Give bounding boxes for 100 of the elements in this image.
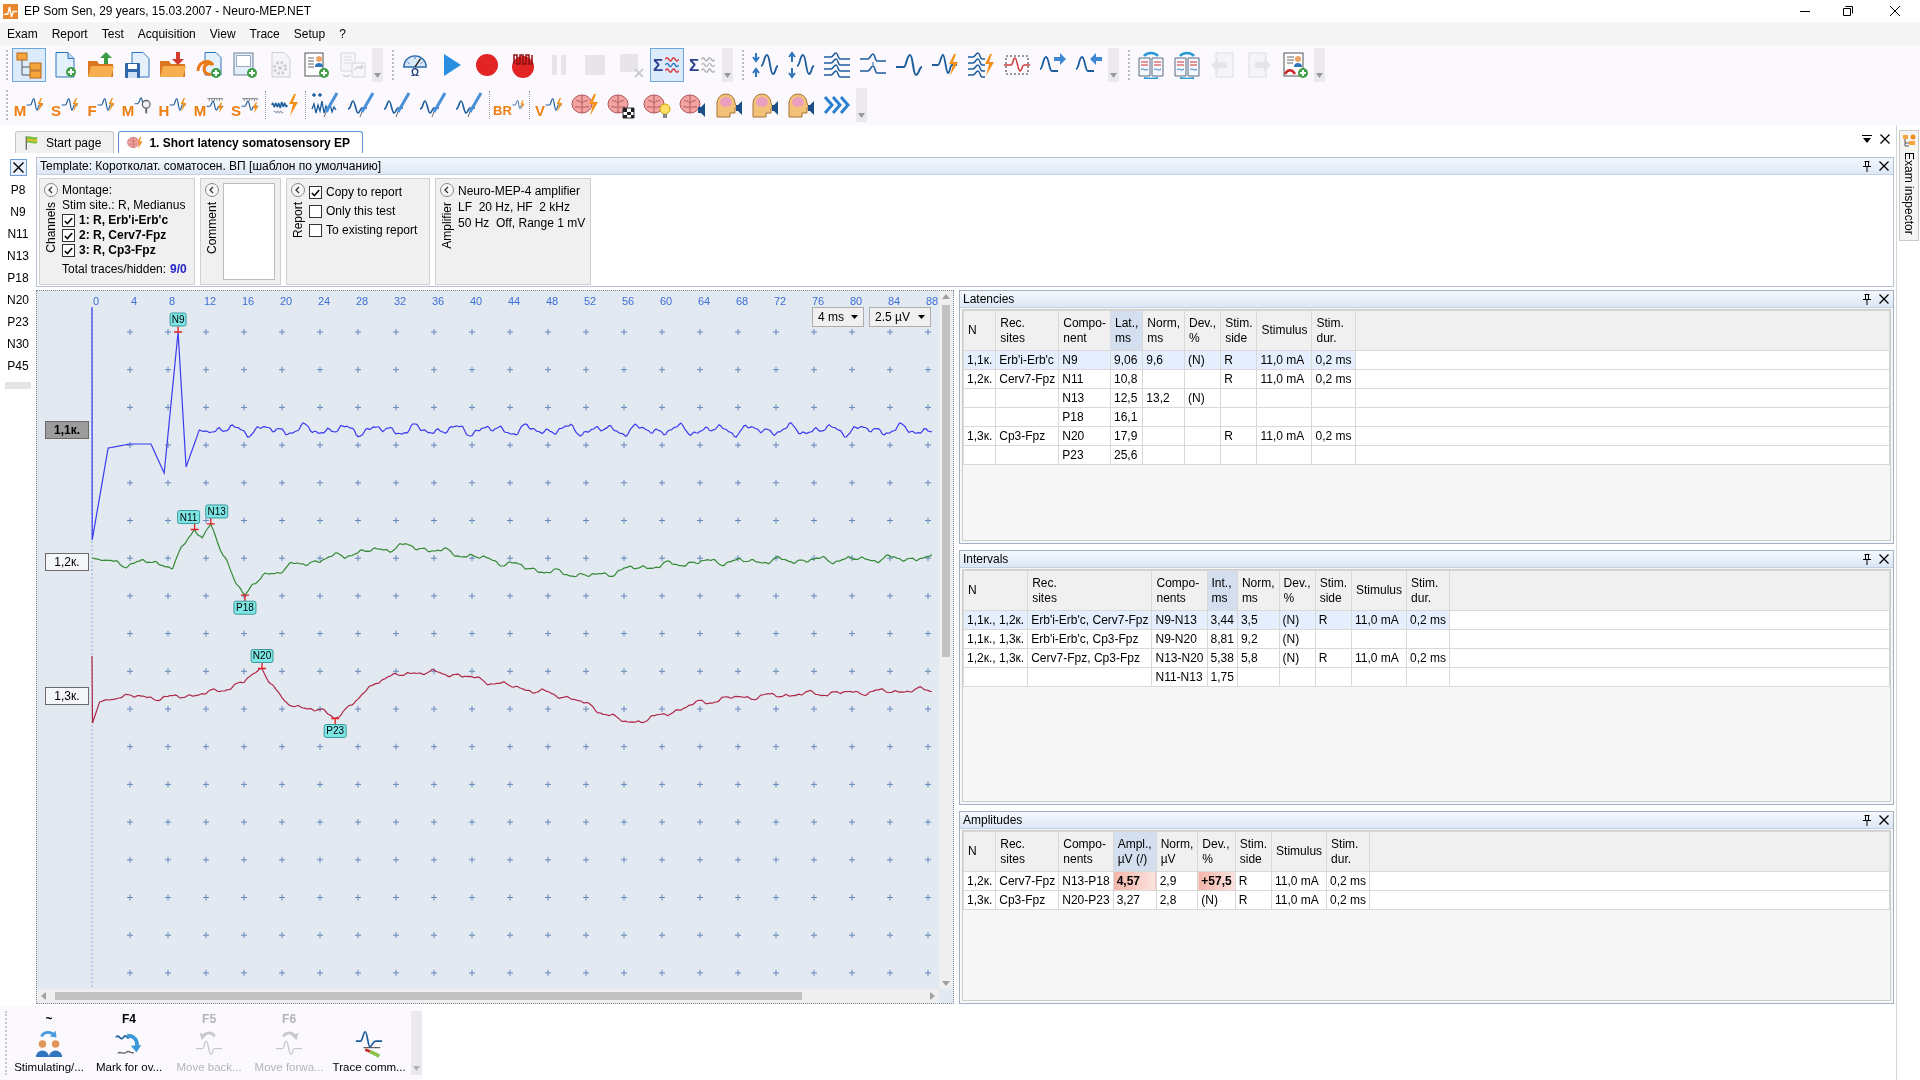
checkbox[interactable] (309, 205, 322, 218)
close-icon[interactable] (1879, 554, 1889, 564)
pin-icon[interactable] (1863, 160, 1871, 172)
table-row[interactable]: 1,1к., 1,3к. Erb'i-Erb'c, Cp3-Fpz N9-N20 8,81 9,2 (N) (963, 629, 1890, 649)
minimize-icon[interactable] (1800, 10, 1810, 12)
column-header[interactable]: Ampl., µV (/) (1113, 831, 1157, 872)
column-header[interactable]: N (963, 831, 996, 872)
amplitude-scale-dropdown[interactable]: 2.5 µV (869, 307, 931, 327)
splitter-handle[interactable] (5, 382, 31, 389)
column-header[interactable]: Dev., % (1197, 831, 1236, 872)
column-header[interactable]: Stim. dur. (1312, 310, 1355, 351)
tab-list-icon[interactable] (1862, 135, 1872, 143)
column-header[interactable]: Stim. side (1235, 831, 1272, 872)
toolbar-button[interactable]: Σ (650, 48, 684, 82)
column-header[interactable]: Rec. sites (995, 831, 1059, 872)
vertical-scrollbar[interactable] (939, 291, 953, 989)
checkbox[interactable] (62, 244, 75, 257)
close-icon[interactable] (1879, 815, 1889, 825)
tab[interactable]: Start page (15, 131, 115, 153)
column-header[interactable]: Rec. sites (1027, 570, 1152, 611)
component-item[interactable]: P45 (7, 355, 29, 377)
column-header[interactable]: Compo- nents (1058, 831, 1114, 872)
column-header[interactable]: Stim. dur. (1406, 570, 1450, 611)
scrollbar-thumb[interactable] (55, 992, 802, 1000)
column-header[interactable]: N (963, 310, 996, 351)
toolbar-button[interactable]: Ω (398, 48, 432, 82)
checkbox[interactable] (62, 214, 75, 227)
component-item[interactable]: P23 (7, 311, 29, 333)
component-item[interactable]: N9 (10, 201, 26, 223)
component-item[interactable]: P8 (10, 179, 26, 201)
component-item[interactable]: N20 (7, 289, 29, 311)
column-header[interactable]: Compo- nents (1152, 570, 1207, 611)
comment-field[interactable] (223, 183, 275, 280)
time-scale-dropdown[interactable]: 4 ms (812, 307, 864, 327)
channel-label[interactable]: 3: R, Cp3-Fpz (79, 243, 156, 258)
column-header[interactable]: Rec. sites (995, 310, 1059, 351)
column-header[interactable]: Stim. side (1315, 570, 1352, 611)
wave-pen-icon[interactable] (354, 1028, 385, 1058)
column-header[interactable]: Dev., % (1184, 310, 1221, 351)
tab[interactable]: 1. Short latency somatosensory EP (118, 131, 364, 153)
menu-item[interactable]: Test (94, 23, 131, 44)
checkbox[interactable] (309, 186, 322, 199)
component-item[interactable]: N11 (7, 223, 29, 245)
horizontal-scrollbar[interactable] (37, 989, 939, 1003)
gauge-icon[interactable] (402, 52, 428, 68)
column-header[interactable]: Norm, ms (1237, 570, 1280, 611)
component-item[interactable]: N30 (7, 333, 29, 355)
column-header[interactable]: Stimulus (1256, 310, 1312, 351)
table-row[interactable]: 1,1к., 1,2к. Erb'i-Erb'c, Cerv7-Fpz N9-N13 3,44 3,5 (N) R 11,0 mA 0,2 ms (963, 610, 1890, 630)
table-row[interactable]: 1,2к., 1,3к. Cerv7-Fpz, Cp3-Fpz N13-N20 5,38 5,8 (N) R 11,0 mA 0,2 ms (963, 648, 1890, 668)
trace-label[interactable]: 1,2к. (45, 553, 89, 571)
close-icon[interactable] (1879, 161, 1889, 171)
close-button[interactable] (9, 159, 27, 176)
trace-label[interactable]: 1,3к. (45, 687, 89, 705)
pin-icon[interactable] (1863, 553, 1871, 565)
checkbox[interactable] (62, 229, 75, 242)
channel-label[interactable]: 1: R, Erb'i-Erb'c (79, 213, 169, 228)
column-header[interactable]: Stim. side (1220, 310, 1257, 351)
checkbox-label[interactable]: To existing report (326, 223, 418, 238)
collapse-icon[interactable] (204, 183, 219, 197)
restore-icon[interactable] (1843, 6, 1853, 16)
menu-item[interactable]: Report (44, 23, 95, 44)
column-header[interactable]: Lat., ms (1110, 310, 1143, 351)
checkbox-label[interactable]: Only this test (326, 204, 396, 219)
function-key-button[interactable]: Trace comm... (329, 1006, 410, 1080)
column-header[interactable]: Stimulus (1271, 831, 1327, 872)
column-header[interactable]: Stimulus (1351, 570, 1407, 611)
column-header[interactable]: Compo- nent (1058, 310, 1111, 351)
table-row[interactable]: N11-N13 1,75 (963, 667, 1890, 687)
trace-label[interactable]: 1,1к. (45, 421, 89, 439)
column-header[interactable]: Norm, µV (1156, 831, 1198, 872)
menu-item[interactable]: Trace (242, 23, 287, 44)
people-swap-icon[interactable] (34, 1028, 64, 1058)
checkbox[interactable] (309, 224, 322, 237)
pin-icon[interactable] (1863, 293, 1871, 305)
collapse-icon[interactable] (43, 183, 58, 197)
side-tab[interactable]: Exam inspector (1898, 130, 1919, 241)
menu-item[interactable]: Exam (0, 23, 45, 44)
function-key-button[interactable]: F4 Mark for ov... (89, 1006, 170, 1080)
column-header[interactable]: Norm, ms (1142, 310, 1185, 351)
menu-item[interactable]: ? (332, 23, 353, 44)
scrollbar-thumb[interactable] (942, 305, 950, 657)
collapse-icon[interactable] (439, 183, 454, 197)
menu-item[interactable]: Acquisition (130, 23, 203, 44)
menu-item[interactable]: View (202, 23, 243, 44)
menu-item[interactable]: Setup (286, 23, 333, 44)
function-key-button[interactable]: ~ Stimulating/... (9, 1006, 90, 1080)
collapse-icon[interactable] (290, 183, 305, 197)
column-header[interactable]: N (963, 570, 1028, 611)
component-item[interactable]: N13 (7, 245, 29, 267)
checkbox-label[interactable]: Copy to report (326, 185, 403, 200)
close-icon[interactable] (1890, 6, 1900, 16)
column-header[interactable]: Stim. dur. (1326, 831, 1370, 872)
column-header[interactable]: Int., ms (1207, 570, 1238, 611)
pin-icon[interactable] (1863, 814, 1871, 826)
close-icon[interactable] (1880, 134, 1890, 144)
column-header[interactable]: Dev., % (1279, 570, 1316, 611)
channel-label[interactable]: 2: R, Cerv7-Fpz (79, 228, 167, 243)
component-item[interactable]: P18 (7, 267, 29, 289)
close-icon[interactable] (1879, 294, 1889, 304)
